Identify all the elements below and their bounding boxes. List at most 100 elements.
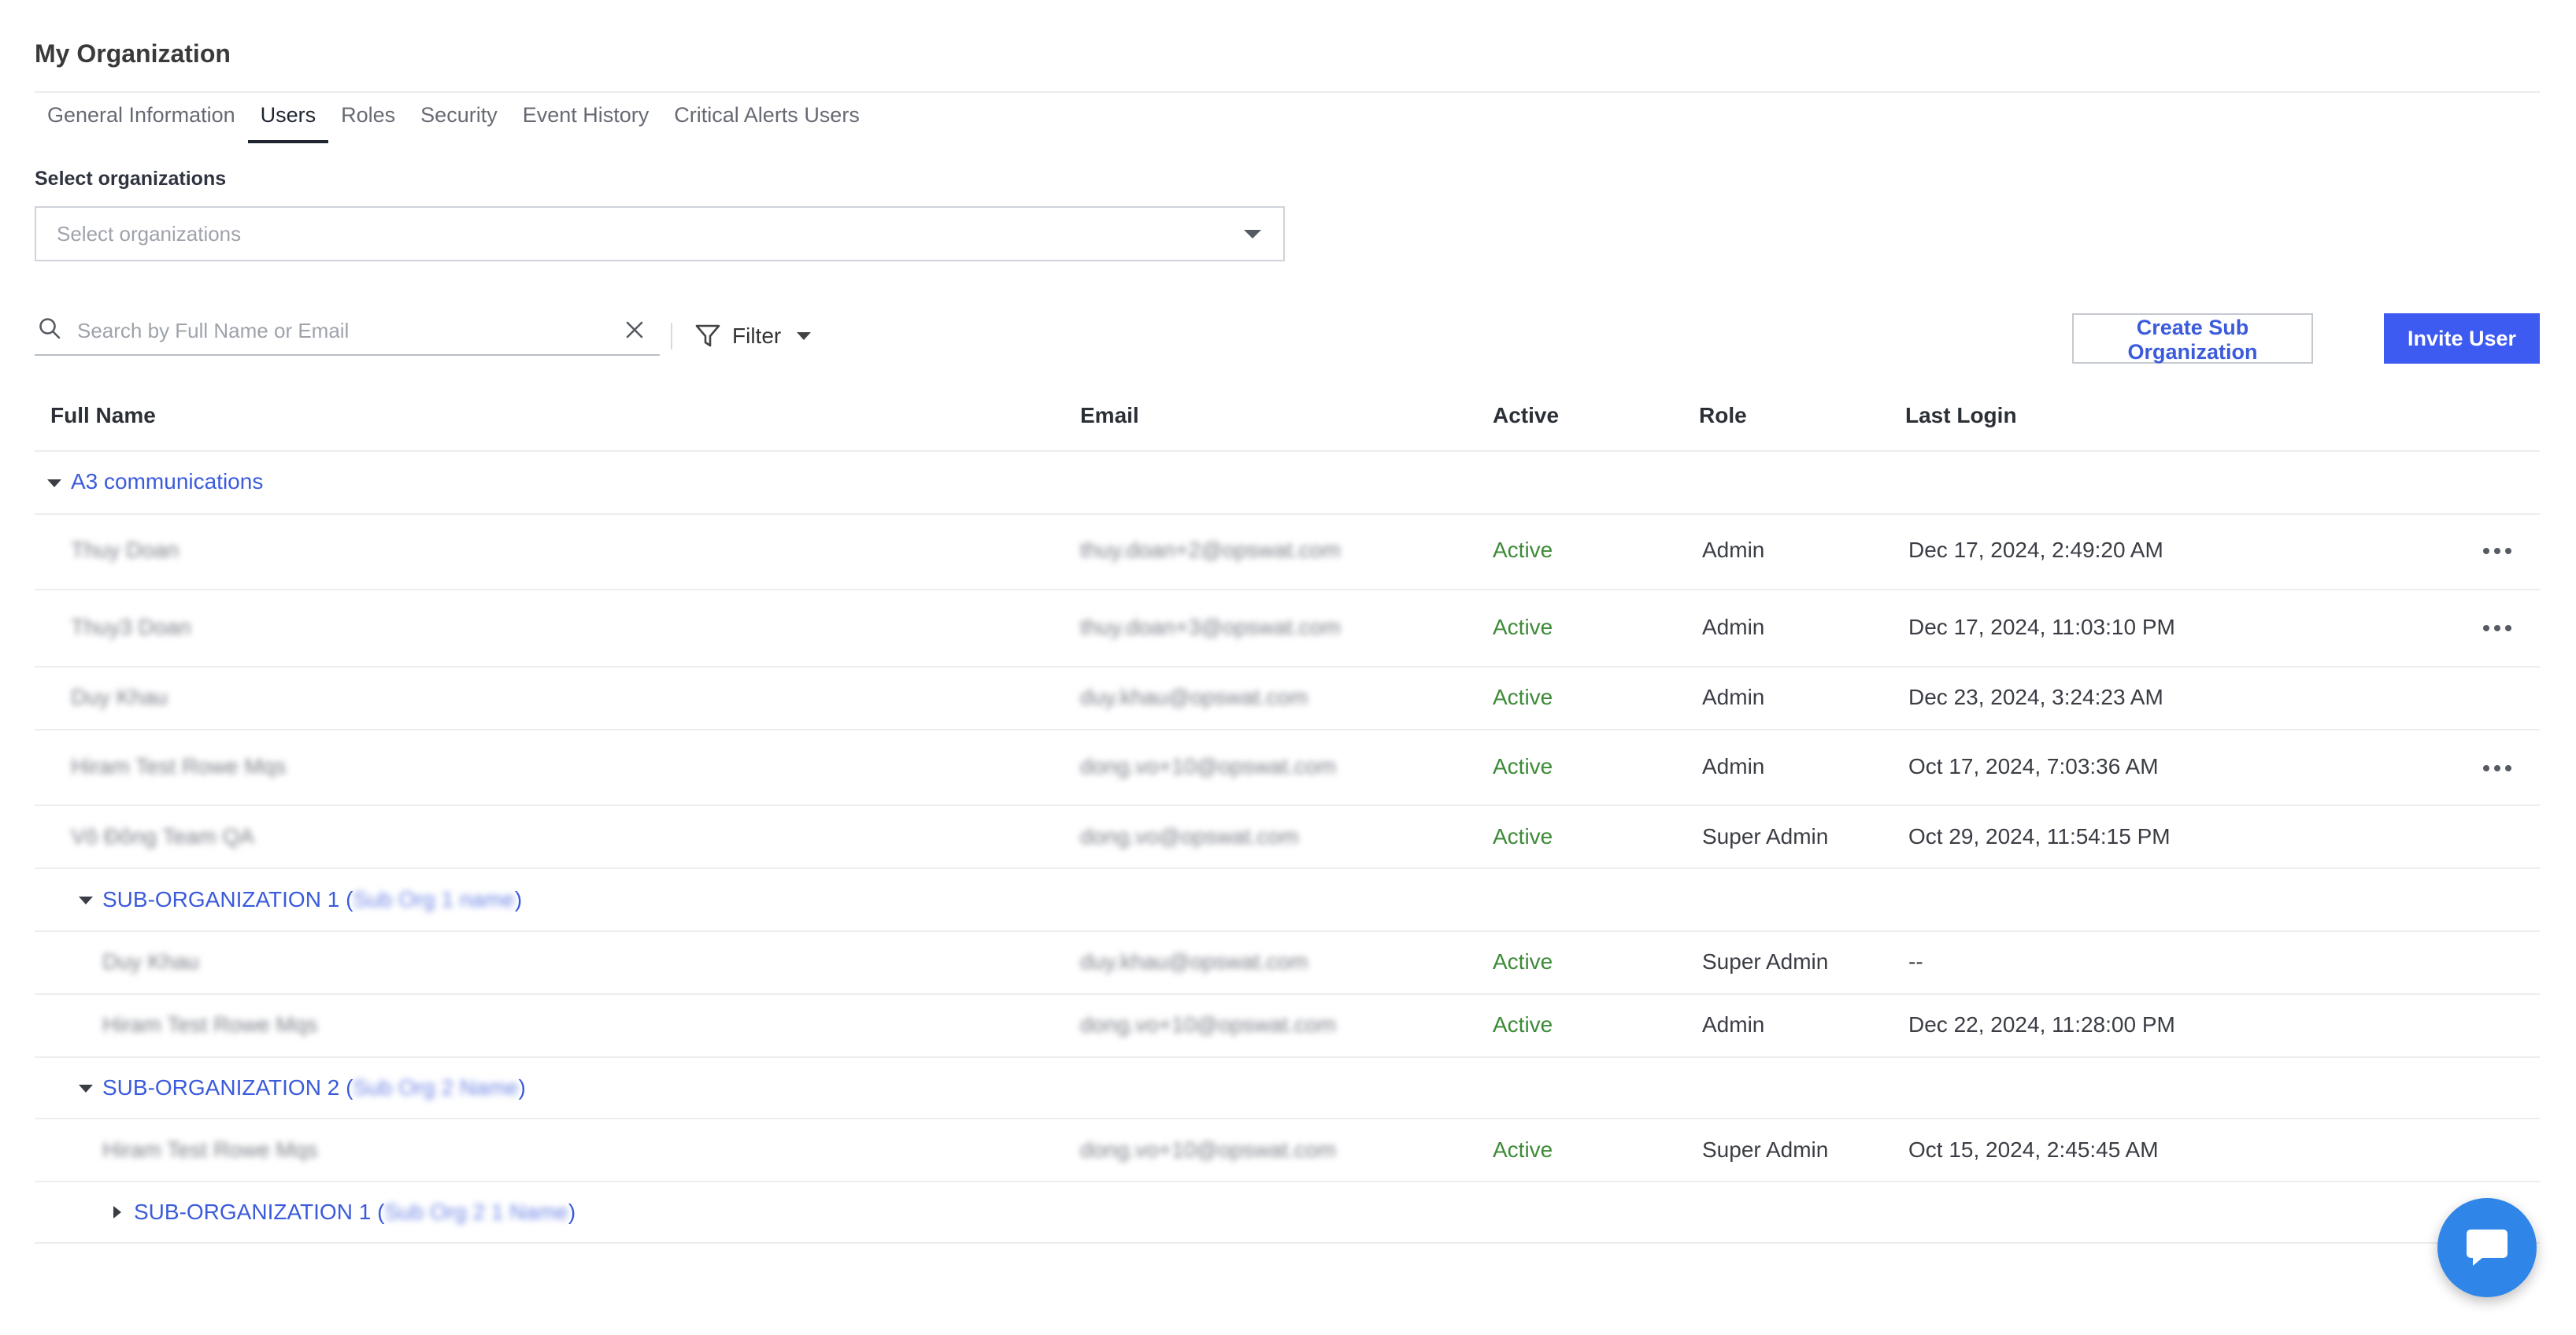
caret-down-icon [1244,230,1261,239]
row-divider [35,930,2540,932]
more-actions-icon[interactable] [2483,620,2515,636]
group-name[interactable]: SUB-ORGANIZATION 2 (Sub Org 2 Name) [102,1075,526,1100]
select-organizations-label: Select organizations [35,168,227,190]
user-full-name: Vô Đông Team QA [71,824,254,849]
user-email: duy.khau@opswat.com [1080,949,1308,974]
column-header-last-login[interactable]: Last Login [1905,403,2017,428]
row-divider [35,993,2540,995]
user-role: Admin [1702,685,1765,709]
filter-button[interactable]: Filter [694,316,812,356]
more-actions-icon[interactable] [2483,760,2515,776]
user-email: thuy.doan+3@opswat.com [1080,615,1341,639]
column-header-active[interactable]: Active [1493,403,1559,428]
user-role: Admin [1702,538,1765,562]
status-badge: Active [1493,615,1553,639]
row-divider [35,589,2540,590]
group-alias: Sub Org 2 Name [353,1075,519,1100]
status-badge: Active [1493,685,1553,709]
group-paren-open: ( [339,1075,353,1100]
user-last-login: Dec 17, 2024, 11:03:10 PM [1908,615,2175,639]
user-email: thuy.doan+2@opswat.com [1080,538,1341,562]
row-divider [35,450,2540,452]
user-role: Admin [1702,1012,1765,1037]
select-organizations-placeholder: Select organizations [57,222,242,246]
tab-security[interactable]: Security [408,96,510,143]
select-organizations-dropdown[interactable]: Select organizations [35,206,1285,261]
user-role: Admin [1702,754,1765,778]
chat-launcher-button[interactable] [2437,1198,2537,1297]
tab-bar: General Information Users Roles Security… [35,96,872,143]
more-actions-icon[interactable] [2483,543,2515,559]
user-last-login: Oct 17, 2024, 7:03:36 AM [1908,754,2159,778]
user-email: dong.vo+10@opswat.com [1080,1137,1336,1162]
invite-user-button[interactable]: Invite User [2384,313,2540,364]
group-name[interactable]: SUB-ORGANIZATION 1 (Sub Org 1 name) [102,887,522,912]
search-icon [39,318,61,339]
filter-icon [695,324,720,347]
group-name-label: SUB-ORGANIZATION 2 [102,1075,340,1100]
user-full-name: Thuy Doan [71,538,179,562]
user-role: Super Admin [1702,949,1829,974]
group-paren-close: ) [514,887,523,912]
group-paren-close: ) [568,1200,576,1224]
expand-caret-down-icon[interactable] [47,479,61,487]
create-sub-organization-button[interactable]: Create Sub Organization [2072,313,2313,364]
user-full-name: Thuy3 Doan [71,615,191,639]
chevron-down-icon [797,332,812,340]
search-input[interactable] [77,313,613,348]
tab-users[interactable]: Users [247,96,329,143]
expand-caret-down-icon[interactable] [79,1085,93,1093]
row-divider [35,513,2540,515]
group-paren-open: ( [339,887,353,912]
filter-label: Filter [732,324,782,348]
user-full-name: Hiram Test Rowe Mqs [102,1012,318,1037]
tab-general-information[interactable]: General Information [35,96,248,143]
user-full-name: Hiram Test Rowe Mqs [102,1137,318,1162]
expand-caret-right-icon[interactable] [113,1206,121,1219]
row-divider [35,1056,2540,1058]
status-badge: Active [1493,754,1553,778]
expand-caret-down-icon[interactable] [79,897,93,904]
status-badge: Active [1493,538,1553,562]
user-last-login: Dec 17, 2024, 2:49:20 AM [1908,538,2163,562]
status-badge: Active [1493,1137,1553,1162]
user-full-name: Duy Khau [71,685,168,709]
group-name[interactable]: SUB-ORGANIZATION 1 (Sub Org 2 1 Name) [134,1200,576,1225]
status-badge: Active [1493,949,1553,974]
column-header-full-name[interactable]: Full Name [50,403,156,428]
row-divider [35,666,2540,668]
column-header-role[interactable]: Role [1699,403,1747,428]
user-last-login: Oct 29, 2024, 11:54:15 PM [1908,824,2171,849]
user-role: Super Admin [1702,1137,1829,1162]
user-full-name: Duy Khau [102,949,199,974]
toolbar-divider [671,323,672,349]
user-last-login: Dec 22, 2024, 11:28:00 PM [1908,1012,2175,1037]
user-role: Admin [1702,615,1765,639]
group-alias: Sub Org 1 name [353,887,515,912]
group-name[interactable]: A3 communications [71,469,263,494]
column-header-email[interactable]: Email [1080,403,1139,428]
title-divider [35,91,2540,93]
tab-roles[interactable]: Roles [328,96,408,143]
tab-event-history[interactable]: Event History [510,96,662,143]
group-paren-close: ) [518,1075,526,1100]
status-badge: Active [1493,824,1553,849]
user-last-login: Oct 15, 2024, 2:45:45 AM [1908,1137,2159,1162]
group-alias: Sub Org 2 1 Name [384,1200,568,1224]
user-email: dong.vo@opswat.com [1080,824,1299,849]
close-icon[interactable] [625,320,644,339]
group-name-label: SUB-ORGANIZATION 1 [134,1200,372,1224]
page-title: My Organization [35,39,231,68]
row-divider [35,1181,2540,1182]
user-full-name: Hiram Test Rowe Mqs [71,754,287,778]
tab-critical-alerts-users[interactable]: Critical Alerts Users [661,96,872,143]
row-divider [35,1118,2540,1119]
user-email: dong.vo+10@opswat.com [1080,1012,1336,1037]
row-divider [35,729,2540,730]
user-email: dong.vo+10@opswat.com [1080,754,1336,778]
row-divider [35,867,2540,869]
user-last-login: -- [1908,949,1923,974]
user-role: Super Admin [1702,824,1829,849]
row-divider [35,804,2540,806]
group-name-label: SUB-ORGANIZATION 1 [102,887,340,912]
